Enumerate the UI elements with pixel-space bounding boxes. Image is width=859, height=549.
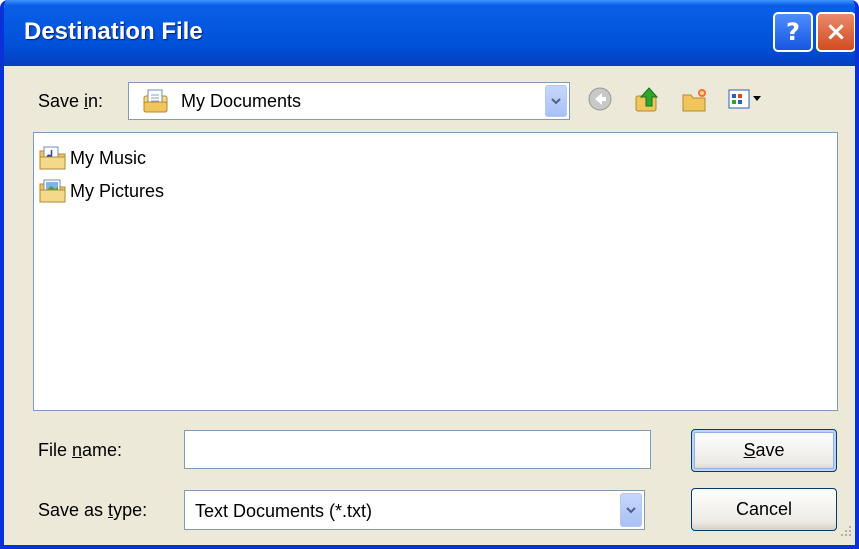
file-name: My Pictures bbox=[70, 180, 165, 201]
file-name-label: File name: bbox=[38, 440, 123, 460]
file-name-input[interactable] bbox=[184, 430, 651, 469]
help-button[interactable]: ? bbox=[773, 12, 813, 52]
save-as-type-label: Save as type: bbox=[38, 500, 148, 520]
save-in-dropdown-arrow[interactable] bbox=[545, 85, 567, 117]
music-folder-icon bbox=[38, 145, 68, 171]
up-one-level-icon[interactable] bbox=[633, 86, 661, 119]
save-as-type-dropdown[interactable]: Text Documents (*.txt) bbox=[184, 490, 645, 530]
chevron-down-icon bbox=[551, 98, 561, 105]
save-in-label: Save in: bbox=[38, 91, 104, 111]
title-bar[interactable]: Destination File ? × bbox=[4, 0, 855, 66]
save-as-type-dropdown-arrow[interactable] bbox=[620, 493, 642, 527]
close-icon: × bbox=[825, 17, 847, 47]
file-name: My Music bbox=[70, 147, 146, 168]
pictures-folder-icon bbox=[38, 178, 68, 204]
save-in-dropdown[interactable]: My Documents bbox=[128, 82, 570, 120]
resize-grip-icon[interactable] bbox=[839, 524, 853, 543]
save-as-type-value: Text Documents (*.txt) bbox=[195, 501, 373, 521]
window-title: Destination File bbox=[24, 18, 203, 45]
view-menu-icon[interactable] bbox=[726, 86, 772, 117]
save-button[interactable]: Save bbox=[691, 429, 837, 472]
close-button[interactable]: × bbox=[816, 12, 855, 52]
help-icon: ? bbox=[786, 18, 800, 46]
back-arrow-icon[interactable] bbox=[587, 86, 613, 117]
list-item[interactable]: My Pictures bbox=[38, 178, 164, 204]
my-documents-icon bbox=[141, 88, 171, 119]
list-item[interactable]: My Music bbox=[38, 145, 146, 171]
cancel-button[interactable]: Cancel bbox=[691, 488, 837, 531]
file-list[interactable]: My Music My Pictures bbox=[33, 132, 838, 411]
save-in-value: My Documents bbox=[181, 91, 302, 111]
save-dialog-window: Destination File ? × Save in: My Documen… bbox=[0, 0, 859, 549]
chevron-down-icon bbox=[626, 507, 636, 514]
create-new-folder-icon[interactable] bbox=[680, 86, 710, 119]
